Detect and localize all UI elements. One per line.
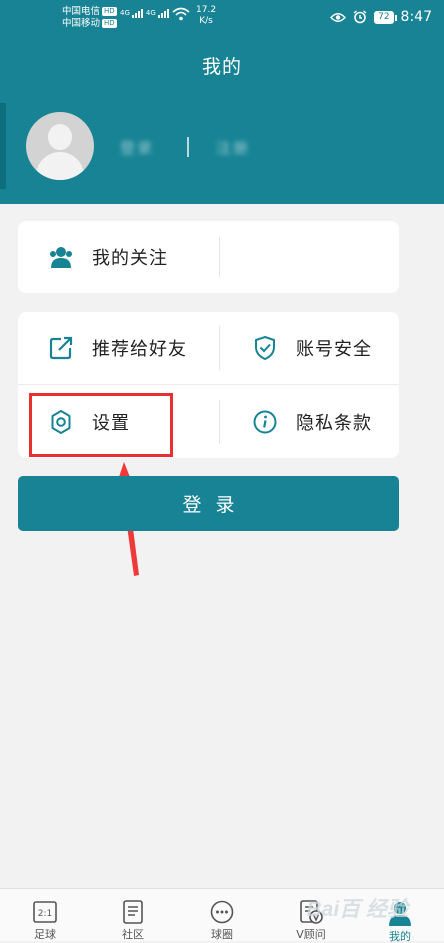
recommend-item[interactable]: 推荐给好友 xyxy=(48,335,187,361)
status-right: 72 8:47 xyxy=(330,9,432,25)
status-bar: 中国电信 HD 中国移动 HD 4G 4G 17.2 K/s 72 8:47 xyxy=(0,0,444,36)
carrier-info: 中国电信 HD 中国移动 HD xyxy=(62,6,117,30)
tab-football[interactable]: 2:1 足球 xyxy=(1,889,89,941)
divider xyxy=(219,237,220,277)
info-icon xyxy=(252,409,278,435)
gear-icon xyxy=(48,409,74,435)
eye-icon xyxy=(330,12,347,22)
my-follow-label: 我的关注 xyxy=(92,248,168,269)
wifi-icon xyxy=(172,7,190,21)
users-icon xyxy=(48,244,74,270)
hd-badge: HD xyxy=(102,7,117,16)
divider xyxy=(219,326,220,370)
register-link[interactable]: 注册 xyxy=(216,137,250,158)
alarm-icon xyxy=(353,10,367,24)
follow-card: 我的关注 xyxy=(18,221,399,293)
tab-label: 足球 xyxy=(34,928,56,941)
page-title: 我的 xyxy=(201,56,242,78)
tab-label: 社区 xyxy=(122,928,144,941)
net-speed: 17.2 K/s xyxy=(196,5,216,27)
carrier-2: 中国移动 xyxy=(62,18,101,29)
tab-community[interactable]: 社区 xyxy=(89,889,177,941)
my-follow-item[interactable]: 我的关注 xyxy=(48,244,168,270)
speed-unit: K/s xyxy=(199,16,213,26)
clock: 8:47 xyxy=(400,9,432,25)
signal-icon: 4G 4G xyxy=(120,9,169,18)
tab-circle[interactable]: 球圈 xyxy=(178,889,266,941)
share-icon xyxy=(48,335,74,361)
login-link[interactable]: 登录 xyxy=(120,137,154,158)
divider xyxy=(219,400,220,444)
profile-header: 中国电信 HD 中国移动 HD 4G 4G 17.2 K/s 72 8:47 我… xyxy=(0,0,444,204)
tab-label: 我的 xyxy=(389,930,411,943)
speed-value: 17.2 xyxy=(196,5,217,15)
scoreboard-icon: 2:1 xyxy=(32,899,58,925)
svg-text:2:1: 2:1 xyxy=(38,909,52,919)
shield-check-icon xyxy=(252,335,278,361)
settings-label: 设置 xyxy=(92,413,130,434)
recommend-label: 推荐给好友 xyxy=(92,339,187,360)
edge-decoration xyxy=(0,103,6,189)
chat-bubble-icon xyxy=(209,899,235,925)
account-security-label: 账号安全 xyxy=(296,339,372,360)
options-card: 推荐给好友 账号安全 设置 隐私条款 xyxy=(18,312,399,458)
watermark: Bai百 经验 xyxy=(306,898,408,921)
settings-item[interactable]: 设置 xyxy=(48,409,130,435)
hd-badge: HD xyxy=(102,19,117,28)
login-button[interactable]: 登录 xyxy=(18,476,399,531)
tab-label: V顾问 xyxy=(296,928,326,941)
carrier-1: 中国电信 xyxy=(62,6,101,17)
account-security-item[interactable]: 账号安全 xyxy=(252,335,372,361)
signal-tag: 4G xyxy=(145,9,156,17)
divider xyxy=(18,384,399,385)
battery-icon: 72 xyxy=(374,10,398,24)
privacy-item[interactable]: 隐私条款 xyxy=(252,409,372,435)
signal-tag: 4G xyxy=(120,9,130,17)
privacy-label: 隐私条款 xyxy=(296,413,372,434)
divider xyxy=(187,137,189,157)
avatar[interactable] xyxy=(26,112,94,180)
tab-label: 球圈 xyxy=(211,928,233,941)
document-icon xyxy=(121,899,145,925)
